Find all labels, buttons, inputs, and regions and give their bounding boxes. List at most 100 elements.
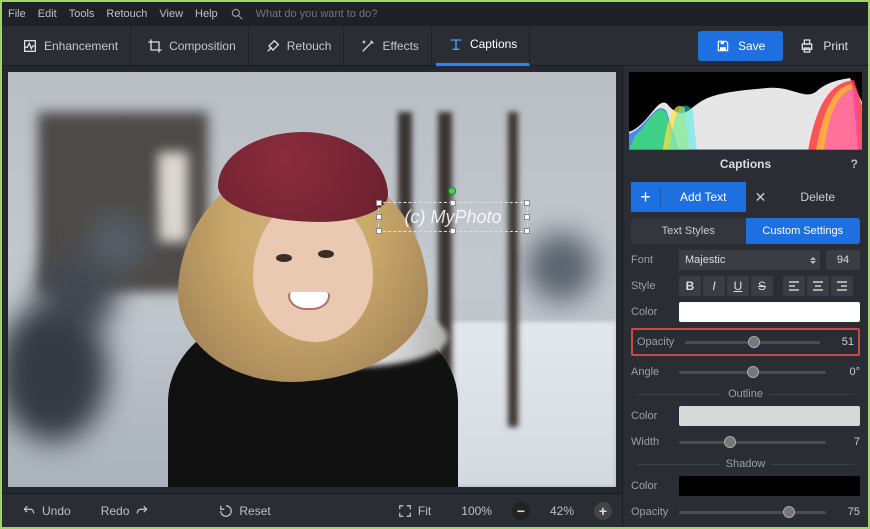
- align-center-button[interactable]: [807, 276, 829, 296]
- delete-label: Delete: [776, 190, 861, 204]
- zoom-in-button[interactable]: +: [594, 502, 612, 520]
- resize-handle[interactable]: [524, 228, 530, 234]
- search-input[interactable]: [256, 5, 862, 23]
- text-icon: [448, 36, 464, 52]
- resize-handle[interactable]: [376, 228, 382, 234]
- close-icon: ✕: [746, 189, 776, 206]
- tab-label: Enhancement: [44, 39, 118, 53]
- redo-label: Redo: [101, 504, 130, 518]
- align-left-button[interactable]: [783, 276, 805, 296]
- menu-retouch[interactable]: Retouch: [106, 8, 147, 20]
- shadow-opacity-value: 75: [832, 506, 860, 518]
- opacity-value: 51: [826, 336, 854, 348]
- font-size-input[interactable]: 94: [826, 250, 860, 270]
- undo-label: Undo: [42, 504, 71, 518]
- underline-button[interactable]: U: [727, 276, 749, 296]
- opacity-slider[interactable]: [685, 332, 820, 352]
- font-select[interactable]: Majestic: [679, 250, 820, 270]
- subtabs: Text Styles Custom Settings: [631, 218, 860, 244]
- crop-icon: [147, 38, 163, 54]
- photo-placeholder: [8, 72, 616, 487]
- fit-label: Fit: [418, 504, 431, 518]
- redo-button[interactable]: Redo: [91, 500, 160, 522]
- font-label: Font: [631, 254, 673, 266]
- menu-bar: File Edit Tools Retouch View Help: [2, 2, 868, 26]
- resize-handle[interactable]: [450, 200, 456, 206]
- opacity-label: Opacity: [637, 336, 679, 348]
- menu-tools[interactable]: Tools: [69, 8, 95, 20]
- brush-icon: [265, 38, 281, 54]
- shadow-color-label: Color: [631, 480, 673, 492]
- subtab-text-styles[interactable]: Text Styles: [631, 218, 746, 244]
- zoom-100-button[interactable]: 100%: [451, 500, 502, 522]
- style-label: Style: [631, 280, 673, 292]
- resize-handle[interactable]: [376, 214, 382, 220]
- print-icon: [799, 38, 815, 54]
- tab-enhancement[interactable]: Enhancement: [10, 26, 131, 66]
- color-label: Color: [631, 306, 673, 318]
- resize-handle[interactable]: [450, 228, 456, 234]
- add-text-label: Add Text: [661, 190, 746, 204]
- undo-button[interactable]: Undo: [12, 500, 81, 522]
- tab-effects[interactable]: Effects: [348, 26, 431, 66]
- print-label: Print: [823, 39, 848, 53]
- shadow-color-swatch[interactable]: [679, 476, 860, 496]
- width-value: 7: [832, 436, 860, 448]
- print-button[interactable]: Print: [787, 38, 860, 54]
- toolbar: Enhancement Composition Retouch Effects …: [2, 26, 868, 66]
- delete-button[interactable]: ✕ Delete: [746, 182, 861, 212]
- outline-section: Outline: [631, 388, 860, 400]
- canvas[interactable]: (c) MyPhoto: [8, 72, 616, 487]
- outline-width-slider[interactable]: [679, 432, 826, 452]
- menu-help[interactable]: Help: [195, 8, 218, 20]
- resize-handle[interactable]: [524, 200, 530, 206]
- angle-value: 0°: [832, 366, 860, 378]
- chevron-updown-icon: [810, 257, 816, 264]
- panel-title: Captions ?: [623, 150, 868, 178]
- width-label: Width: [631, 436, 673, 448]
- enhancement-icon: [22, 38, 38, 54]
- tab-label: Captions: [470, 37, 517, 51]
- tab-captions[interactable]: Captions: [436, 26, 530, 66]
- text-color-swatch[interactable]: [679, 302, 860, 322]
- font-size-value: 94: [837, 254, 849, 266]
- menu-file[interactable]: File: [8, 8, 26, 20]
- align-right-button[interactable]: [831, 276, 853, 296]
- tab-label: Retouch: [287, 39, 332, 53]
- italic-button[interactable]: I: [703, 276, 725, 296]
- outline-color-swatch[interactable]: [679, 406, 860, 426]
- tab-label: Composition: [169, 39, 236, 53]
- redo-icon: [135, 504, 149, 518]
- angle-slider[interactable]: [679, 362, 826, 382]
- add-text-button[interactable]: + Add Text: [631, 182, 746, 212]
- zoom-out-button[interactable]: −: [512, 502, 530, 520]
- rotation-handle[interactable]: [448, 187, 456, 195]
- resize-handle[interactable]: [376, 200, 382, 206]
- tab-composition[interactable]: Composition: [135, 26, 249, 66]
- menu-view[interactable]: View: [159, 8, 183, 20]
- save-button[interactable]: Save: [698, 31, 783, 61]
- save-label: Save: [738, 39, 765, 53]
- menu-edit[interactable]: Edit: [38, 8, 57, 20]
- reset-button[interactable]: Reset: [209, 500, 280, 522]
- font-value: Majestic: [685, 254, 725, 266]
- zoom-100-label: 100%: [461, 504, 492, 518]
- reset-icon: [219, 504, 233, 518]
- shadow-opacity-label: Opacity: [631, 506, 673, 518]
- save-icon: [716, 39, 730, 53]
- histogram: [629, 72, 862, 150]
- subtab-custom-settings[interactable]: Custom Settings: [746, 218, 861, 244]
- zoom-current[interactable]: 42%: [540, 500, 584, 522]
- shadow-opacity-slider[interactable]: [679, 502, 826, 522]
- strike-button[interactable]: S: [751, 276, 773, 296]
- search-icon: [230, 7, 244, 21]
- help-icon[interactable]: ?: [851, 157, 858, 171]
- bold-button[interactable]: B: [679, 276, 701, 296]
- tab-retouch[interactable]: Retouch: [253, 26, 345, 66]
- watermark-text-box[interactable]: (c) MyPhoto: [378, 202, 528, 232]
- resize-handle[interactable]: [524, 214, 530, 220]
- tab-label: Effects: [382, 39, 418, 53]
- fit-button[interactable]: Fit: [388, 500, 441, 522]
- plus-icon: +: [631, 187, 661, 208]
- shadow-section: Shadow: [631, 458, 860, 470]
